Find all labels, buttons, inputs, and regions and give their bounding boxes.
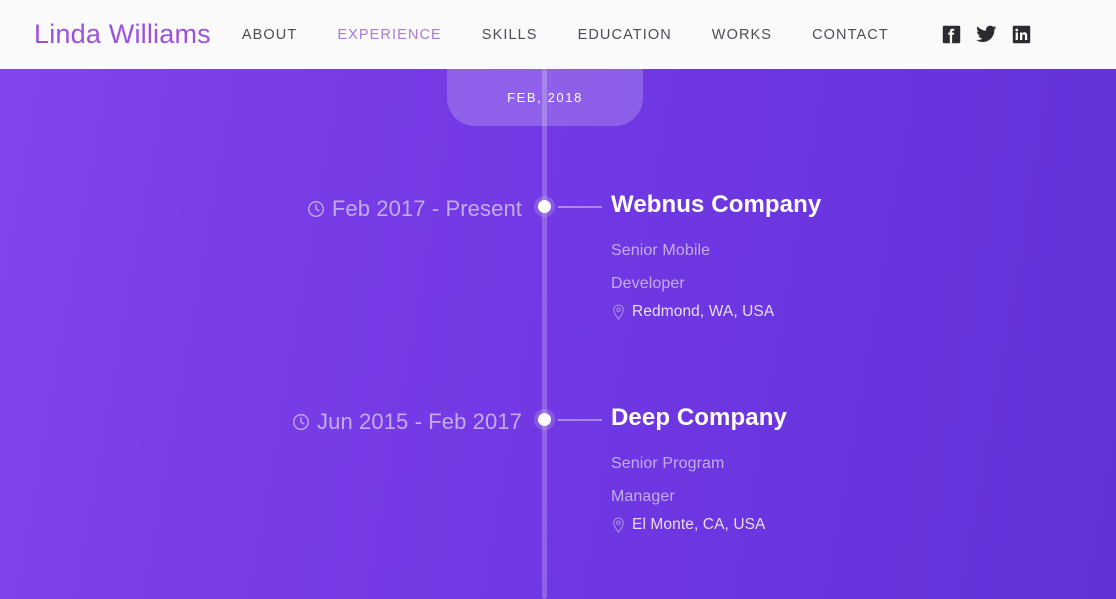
entry-company-name: Webnus Company [611, 191, 822, 218]
timeline-connector-line [558, 206, 602, 208]
clock-icon [307, 201, 324, 217]
experience-section: FEB, 2018 Feb 2017 - Present Webnus Comp… [0, 69, 1116, 599]
location-pin-icon [613, 303, 624, 320]
twitter-icon[interactable] [976, 24, 998, 46]
entry-date-group: Jun 2015 - Feb 2017 [292, 409, 522, 435]
facebook-icon[interactable] [941, 24, 963, 46]
top-navbar: Linda Williams ABOUT EXPERIENCE SKILLS E… [0, 0, 1116, 69]
page-root: Linda Williams ABOUT EXPERIENCE SKILLS E… [0, 0, 1116, 599]
entry-role-title: Senior Program Manager [611, 455, 725, 505]
nav-item-about[interactable]: ABOUT [242, 21, 297, 49]
entry-content: Deep Company Senior Program Manager El M… [611, 400, 826, 534]
location-pin-icon [613, 516, 624, 533]
entry-date-label: Feb 2017 - Present [331, 196, 522, 221]
main-navigation: ABOUT EXPERIENCE SKILLS EDUCATION WORKS … [242, 21, 889, 49]
entry-location-label: Redmond, WA, USA [632, 303, 775, 320]
linkedin-icon[interactable] [1011, 24, 1033, 46]
timeline-marker-dot [538, 413, 551, 426]
timeline-date-badge: FEB, 2018 [447, 69, 643, 126]
entry-date-group: Feb 2017 - Present [307, 196, 522, 222]
entry-date-label: Jun 2015 - Feb 2017 [317, 409, 522, 434]
timeline-marker-dot [538, 200, 551, 213]
site-brand[interactable]: Linda Williams [34, 19, 211, 50]
timeline-spine [542, 69, 547, 599]
entry-role-title: Senior Mobile Developer [611, 242, 711, 292]
nav-item-experience[interactable]: EXPERIENCE [337, 21, 441, 49]
nav-item-contact[interactable]: CONTACT [812, 21, 889, 49]
entry-company-name: Deep Company [611, 404, 787, 431]
entry-location-label: El Monte, CA, USA [632, 516, 766, 533]
entry-location-group: Redmond, WA, USA [611, 303, 826, 321]
nav-item-education[interactable]: EDUCATION [578, 21, 672, 49]
nav-item-skills[interactable]: SKILLS [482, 21, 538, 49]
nav-item-works[interactable]: WORKS [712, 21, 772, 49]
timeline-date-badge-label: FEB, 2018 [507, 90, 583, 105]
entry-content: Webnus Company Senior Mobile Developer R… [611, 187, 826, 321]
social-links [941, 24, 1033, 46]
entry-location-group: El Monte, CA, USA [611, 516, 826, 534]
timeline-connector-line [558, 419, 602, 421]
clock-icon [293, 414, 310, 430]
